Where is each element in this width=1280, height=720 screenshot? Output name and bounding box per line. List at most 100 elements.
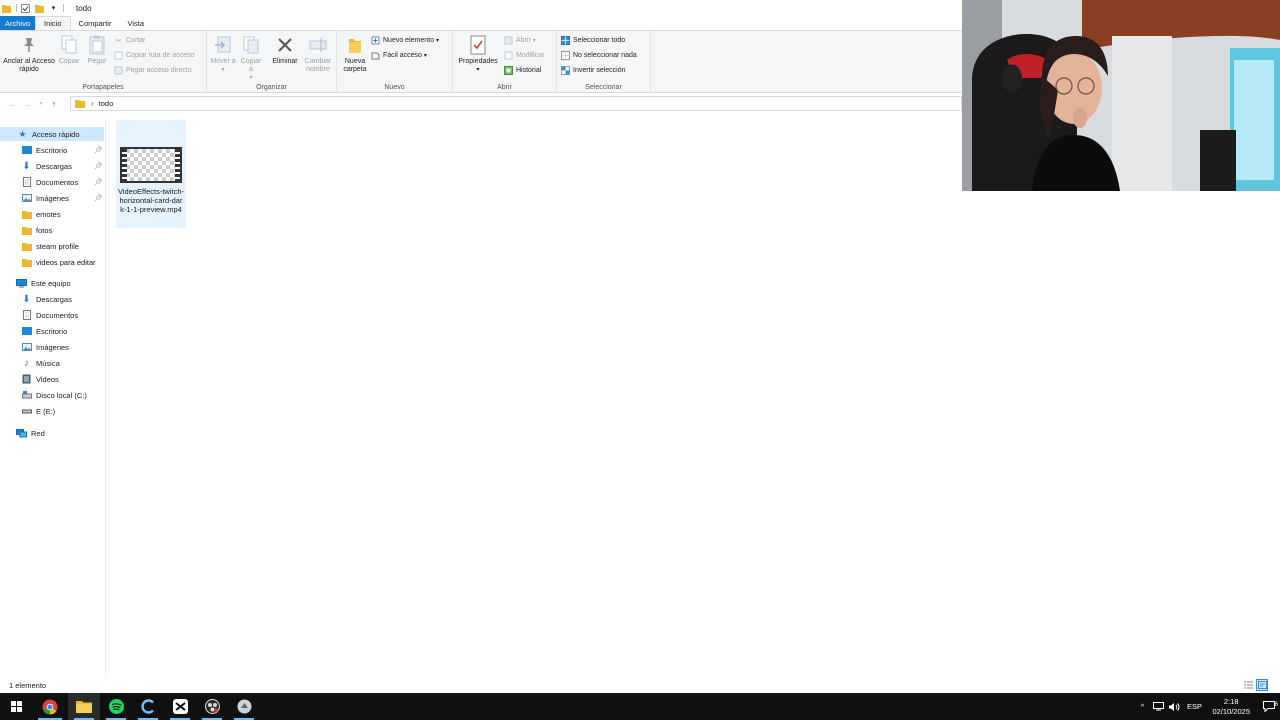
forward-arrow-icon[interactable]: → [20, 96, 36, 112]
back-arrow-icon[interactable]: ← [4, 96, 20, 112]
rename-button[interactable]: Cambiar nombre [302, 34, 334, 74]
chevron-down-icon[interactable]: ▾ [49, 3, 58, 13]
tab-archivo[interactable]: Archivo [0, 16, 36, 30]
network-icon[interactable] [1150, 702, 1166, 711]
nav-item-fotos[interactable]: fotos [21, 223, 52, 237]
cut-label: Cortar [126, 37, 146, 44]
new-item-button[interactable]: Nuevo elemento ▾ [371, 36, 439, 45]
nav-quick-access[interactable]: ★ Acceso rápido [0, 127, 104, 141]
copy-to-button[interactable]: Copiar a ▾ [238, 34, 264, 82]
chevron-up-icon[interactable]: ^ [1134, 702, 1150, 711]
divider [16, 4, 17, 12]
easy-access-button[interactable]: Fácil acceso ▾ [371, 51, 427, 60]
nav-item-videos-para-editar[interactable]: videos para editar [21, 255, 96, 269]
tab-vista[interactable]: Vista [119, 16, 152, 30]
pin-icon[interactable]: 📌︎ [94, 178, 103, 186]
spotify-icon[interactable] [100, 693, 132, 720]
nav-pc-imagenes[interactable]: Imágenes [21, 340, 69, 354]
copy-button[interactable]: Copiar [56, 34, 82, 66]
nav-pc-musica[interactable]: ♪ Música [21, 356, 60, 370]
pin-icon[interactable]: 📌︎ [94, 162, 103, 170]
obs-icon[interactable] [196, 693, 228, 720]
folder-icon [21, 209, 32, 219]
invert-selection-button[interactable]: Invertir selección [561, 66, 626, 75]
delete-x-icon [275, 34, 295, 56]
app-c-icon[interactable] [132, 693, 164, 720]
cut-button[interactable]: ✂ Cortar [114, 36, 146, 45]
new-folder-quick-icon[interactable] [35, 3, 44, 13]
new-folder-button[interactable]: Nueva carpeta [339, 34, 371, 74]
volume-icon[interactable] [1166, 702, 1182, 712]
nav-label: videos para editar [36, 257, 96, 267]
easy-access-label: Fácil acceso [383, 52, 422, 59]
move-to-icon [213, 34, 233, 56]
paste-button[interactable]: Pegar [84, 34, 110, 66]
file-explorer-icon[interactable] [68, 693, 100, 720]
status-bar: 1 elemento [0, 678, 1280, 693]
nav-label: Disco local (C:) [36, 390, 87, 400]
hard-drive-icon [21, 390, 32, 400]
pin-icon[interactable]: 📌︎ [94, 146, 103, 154]
chrome-icon[interactable] [32, 693, 68, 720]
select-all-button[interactable]: Seleccionar todo [561, 36, 625, 45]
nav-pc-descargas[interactable]: ⬇ Descargas [21, 292, 72, 306]
pin-icon[interactable]: 📌︎ [94, 194, 103, 202]
history-button[interactable]: Historial [504, 66, 541, 75]
group-label-seleccionar: Seleccionar [585, 84, 622, 91]
delete-label: Eliminar [272, 58, 298, 65]
nav-label: emotes [36, 209, 61, 219]
pictures-icon [21, 342, 32, 352]
tab-compartir[interactable]: Compartir [71, 16, 120, 30]
nav-pc-disco-c[interactable]: Disco local (C:) [21, 388, 87, 402]
nav-item-steam-profile[interactable]: steam profile [21, 239, 79, 253]
nav-item-escritorio[interactable]: Escritorio [21, 143, 67, 157]
desktop-icon [21, 326, 32, 336]
move-to-label: Mover a [210, 58, 236, 65]
recent-locations-chevron-icon[interactable]: ▾ [36, 96, 46, 112]
select-none-button[interactable]: No seleccionar nada [561, 51, 637, 60]
address-field[interactable]: › todo [70, 96, 962, 111]
ribbon-tabs: Archivo Inicio Compartir Vista [0, 16, 962, 31]
nav-item-documentos[interactable]: Documentos [21, 175, 78, 189]
history-icon [504, 66, 513, 75]
nav-pc-disco-e[interactable]: E (E:) [21, 404, 55, 418]
clock[interactable]: 2:18 02/10/2025 [1212, 697, 1250, 717]
move-to-button[interactable]: Mover a ▾ [210, 34, 236, 74]
notifications-icon[interactable]: 6 [1258, 701, 1280, 712]
new-folder-label: Nueva carpeta [343, 58, 367, 73]
open-button[interactable]: Abrir ▾ [504, 36, 536, 45]
rename-icon [308, 34, 328, 56]
copy-path-icon [114, 51, 123, 60]
delete-button[interactable]: Eliminar [270, 34, 300, 66]
nav-item-imagenes[interactable]: Imágenes [21, 191, 69, 205]
pin-quick-access-button[interactable]: Anclar al Acceso rápido [3, 34, 55, 74]
paste-shortcut-label: Pegar acceso directo [126, 67, 192, 74]
up-arrow-icon[interactable]: ↑ [46, 96, 62, 112]
breadcrumb-item[interactable]: todo [99, 99, 114, 108]
start-icon[interactable] [0, 693, 32, 720]
details-view-icon[interactable] [1242, 679, 1254, 691]
edit-button[interactable]: Modificar [504, 51, 544, 60]
ribbon: Anclar al Acceso rápido Copiar Pegar ✂ C… [0, 31, 962, 93]
nav-pc-videos[interactable]: Videos [21, 372, 59, 386]
capcut-icon[interactable] [164, 693, 196, 720]
large-icons-view-icon[interactable] [1256, 679, 1268, 691]
copy-path-label: Copiar ruta de acceso [126, 52, 195, 59]
nav-item-emotes[interactable]: emotes [21, 207, 61, 221]
file-item[interactable]: VideoEffects-twitch-horizontal-card-dark… [116, 120, 186, 228]
app-icon[interactable] [228, 693, 260, 720]
language-indicator[interactable]: ESP [1182, 702, 1206, 711]
tab-inicio[interactable]: Inicio [35, 16, 71, 30]
copy-path-button[interactable]: Copiar ruta de acceso [114, 51, 194, 60]
file-list: VideoEffects-twitch-horizontal-card-dark… [107, 118, 962, 678]
nav-this-pc[interactable]: Este equipo [16, 276, 71, 290]
nav-item-descargas[interactable]: ⬇ Descargas [21, 159, 72, 173]
nav-label: steam profile [36, 241, 79, 251]
scissors-icon: ✂ [115, 37, 122, 45]
properties-quick-icon[interactable] [21, 3, 30, 13]
nav-pc-escritorio[interactable]: Escritorio [21, 324, 67, 338]
nav-pc-documentos[interactable]: Documentos [21, 308, 78, 322]
properties-button[interactable]: Propiedades ▾ [456, 34, 500, 74]
nav-network[interactable]: Red [16, 426, 45, 440]
paste-shortcut-button[interactable]: Pegar acceso directo [114, 66, 192, 75]
